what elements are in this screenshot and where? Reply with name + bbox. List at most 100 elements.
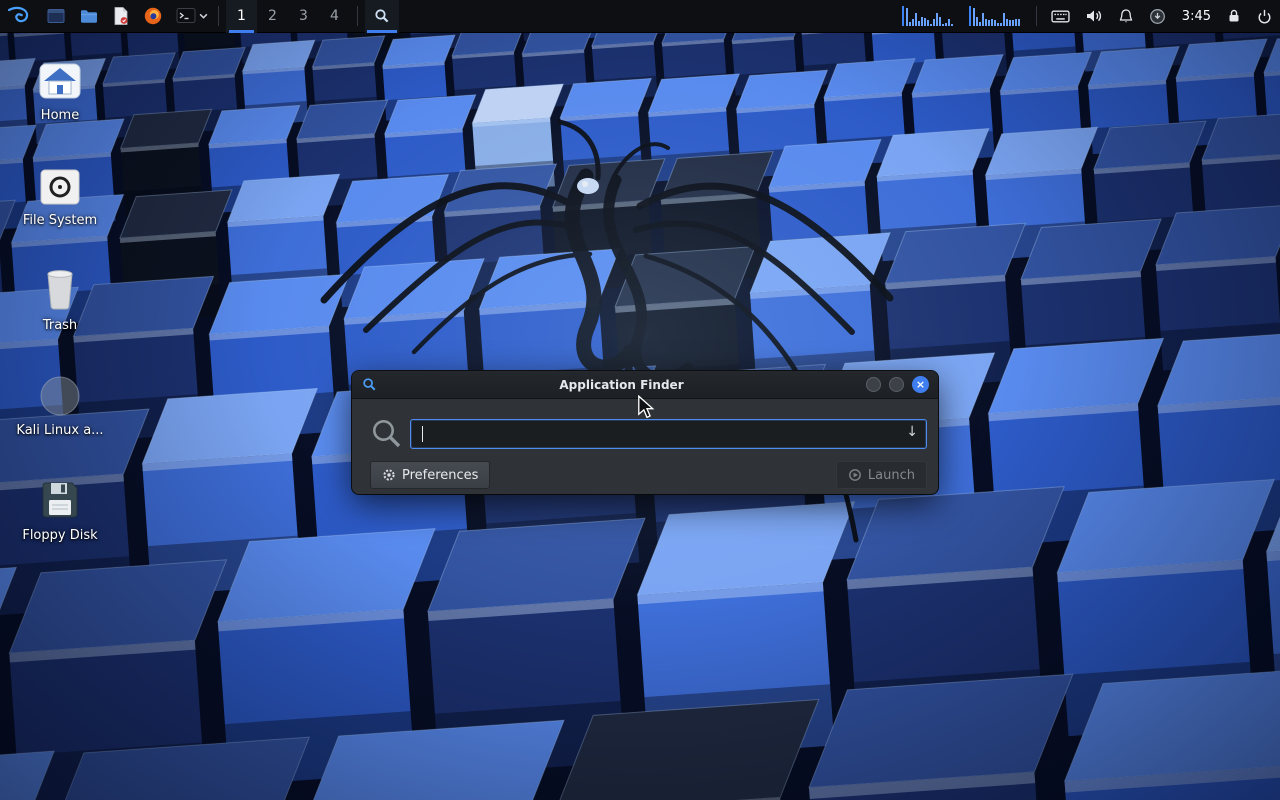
lock-icon: [1227, 8, 1241, 24]
search-icon: [374, 8, 390, 24]
keyboard-icon: [1051, 9, 1070, 24]
graph-bar: [939, 17, 941, 26]
maximize-button[interactable]: [889, 377, 904, 392]
keyboard-layout-indicator[interactable]: [1050, 0, 1071, 33]
workspace-4[interactable]: 4: [319, 0, 350, 33]
graph-bar: [918, 21, 920, 26]
trash-icon: [40, 266, 80, 312]
home-icon: [37, 60, 83, 102]
folder-icon: [79, 6, 99, 26]
desktop-icon-kali-linux[interactable]: Kali Linux a...: [12, 369, 108, 438]
app-search-icon: [362, 377, 377, 392]
graph-bar: [1003, 13, 1005, 26]
panel-left-cluster: 1 2 3 4: [2, 0, 399, 32]
application-finder-window: Application Finder × ↓: [352, 371, 938, 494]
power-icon: [1256, 8, 1273, 25]
updates-status[interactable]: [1148, 0, 1167, 33]
network-monitor-graph[interactable]: [969, 6, 1023, 26]
graph-bar: [915, 13, 917, 26]
search-input[interactable]: [410, 419, 927, 449]
panel-separator: [218, 6, 219, 26]
chevron-down-icon: [199, 13, 208, 19]
graph-bar: [988, 20, 990, 26]
volume-control[interactable]: [1084, 0, 1104, 33]
graph-bar: [945, 23, 947, 26]
desktop-screen: 1 2 3 4: [0, 0, 1280, 800]
terminal-launcher[interactable]: [173, 0, 211, 33]
desktop-icon-trash[interactable]: Trash: [12, 264, 108, 333]
graph-bar: [1006, 19, 1008, 26]
graph-bar: [936, 13, 938, 26]
panel-right-cluster: 3:45: [902, 0, 1274, 32]
session-logout[interactable]: [1255, 0, 1274, 33]
graph-bar: [951, 24, 953, 26]
top-panel: 1 2 3 4: [0, 0, 1280, 33]
graph-bar: [1018, 19, 1020, 26]
show-desktop-button[interactable]: [43, 0, 69, 33]
graph-bar: [976, 17, 978, 26]
graph-bar: [979, 22, 981, 26]
workspace-1[interactable]: 1: [226, 0, 257, 33]
clock[interactable]: 3:45: [1180, 9, 1213, 24]
preferences-button[interactable]: Preferences: [370, 461, 490, 489]
search-icon: [372, 419, 402, 449]
taskbar-item-application-finder[interactable]: [365, 0, 399, 33]
notifications[interactable]: [1117, 0, 1135, 33]
kali-logo-icon: [6, 4, 32, 28]
panel-separator: [357, 6, 358, 26]
graph-bar: [1009, 20, 1011, 26]
graph-bar: [921, 17, 923, 26]
window-title: Application Finder: [377, 378, 866, 392]
graph-bar: [991, 19, 993, 26]
window-icon: [46, 6, 66, 26]
terminal-icon: [176, 7, 196, 25]
desktop-icon-home[interactable]: Home: [12, 54, 108, 123]
speaker-icon: [1085, 9, 1103, 23]
finder-titlebar[interactable]: Application Finder ×: [352, 371, 938, 399]
desktop-icon-list: Home File System Trash Kali Linux a...: [12, 54, 108, 579]
search-entry: ↓: [410, 419, 927, 449]
text-caret: [422, 426, 423, 442]
kali-menu-button[interactable]: [2, 0, 36, 33]
desktop-icon-file-system[interactable]: File System: [12, 159, 108, 228]
graph-bar: [973, 8, 975, 26]
launch-button[interactable]: Launch: [836, 461, 927, 489]
launch-icon: [848, 468, 862, 482]
system-monitor-graph[interactable]: [902, 6, 956, 26]
workspace-2[interactable]: 2: [257, 0, 288, 33]
document-icon: [112, 6, 130, 26]
graph-bar: [933, 19, 935, 26]
minimize-button[interactable]: [866, 377, 881, 392]
graph-bar: [1000, 23, 1002, 26]
file-manager-launcher[interactable]: [76, 0, 102, 33]
finder-body: ↓ Preferences Launch: [352, 399, 938, 489]
dropdown-arrow-icon[interactable]: ↓: [906, 424, 918, 440]
firefox-icon: [143, 6, 163, 26]
graph-bar: [924, 18, 926, 26]
graph-bar: [930, 24, 932, 26]
desktop-icon-floppy-disk[interactable]: Floppy Disk: [12, 474, 108, 543]
drive-icon: [37, 167, 83, 207]
window-controls: ×: [866, 376, 929, 393]
graph-bar: [906, 8, 908, 26]
workspace-3[interactable]: 3: [288, 0, 319, 33]
bell-icon: [1118, 8, 1134, 24]
graph-bar: [985, 19, 987, 26]
close-button[interactable]: ×: [912, 376, 929, 393]
kali-link-icon: [38, 373, 82, 417]
close-icon: ×: [916, 379, 925, 390]
gear-icon: [382, 468, 396, 482]
graph-bar: [912, 19, 914, 26]
screen-lock[interactable]: [1226, 0, 1242, 33]
launch-label: Launch: [868, 468, 915, 483]
graph-bar: [994, 20, 996, 26]
graph-bar: [948, 19, 950, 26]
firefox-launcher[interactable]: [140, 0, 166, 33]
workspace-switcher: 1 2 3 4: [226, 0, 350, 33]
desktop-icon-label: File System: [23, 213, 97, 228]
panel-separator: [1036, 6, 1037, 26]
graph-bar: [942, 24, 944, 26]
text-editor-launcher[interactable]: [109, 0, 133, 33]
graph-bar: [1015, 19, 1017, 26]
floppy-icon: [38, 478, 82, 522]
